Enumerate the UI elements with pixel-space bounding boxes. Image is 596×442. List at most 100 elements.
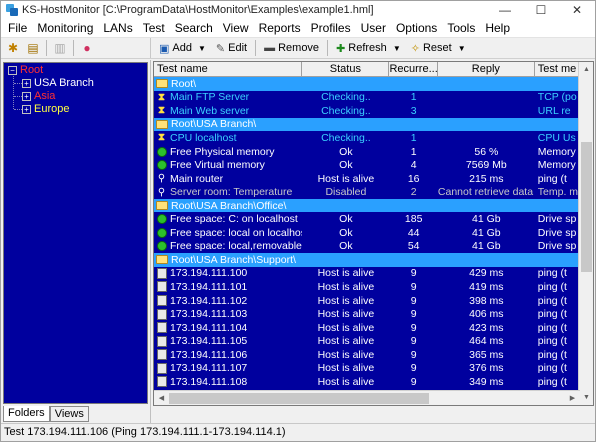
- menu-view[interactable]: View: [218, 19, 254, 37]
- table-row[interactable]: 173.194.111.102 Host is alive 9 398 ms ping …: [154, 294, 593, 308]
- menu-test[interactable]: Test: [138, 19, 170, 37]
- recurrences-cell: 185: [404, 213, 423, 226]
- test-name-cell: 173.194.111.106: [154, 349, 302, 361]
- tree-item-usa-branch[interactable]: + USA Branch: [22, 77, 94, 89]
- expand-icon[interactable]: +: [22, 78, 31, 88]
- table-row[interactable]: ⧗ CPU localhost Checking.. 1 CPU Us: [154, 131, 593, 145]
- delete-folder-icon[interactable]: ▥: [51, 39, 69, 57]
- folder-properties-icon[interactable]: ▤: [24, 39, 42, 57]
- reset-button[interactable]: ✧ Reset ▼: [407, 39, 470, 57]
- table-row[interactable]: Free Virtual memory Ok 4 7569 Mb Memory: [154, 158, 593, 172]
- expand-icon[interactable]: +: [22, 91, 31, 101]
- column-header-reply[interactable]: Reply: [438, 62, 535, 76]
- table-row[interactable]: 173.194.111.107 Host is alive 9 376 ms ping …: [154, 361, 593, 375]
- server-icon: [156, 362, 167, 374]
- add-icon: ▣: [159, 42, 170, 55]
- tree-item-root[interactable]: − Root: [8, 64, 43, 76]
- table-row[interactable]: 173.194.111.108 Host is alive 9 349 ms ping …: [154, 375, 593, 389]
- status-cell: Host is alive: [317, 308, 375, 321]
- table-row[interactable]: ⧗ Main Web server Checking.. 3 URL re: [154, 104, 593, 118]
- server-icon: [156, 281, 167, 293]
- add-button[interactable]: ▣ Add ▼: [155, 39, 210, 57]
- horizontal-scrollbar[interactable]: ◀ ▶: [154, 390, 580, 405]
- folder-row[interactable]: Root\: [154, 77, 593, 91]
- table-row[interactable]: ⧗ Main FTP Server Checking.. 1 TCP (po: [154, 91, 593, 105]
- menu-tools[interactable]: Tools: [442, 19, 480, 37]
- test-name: Main Web server: [170, 104, 250, 117]
- menu-file[interactable]: File: [3, 19, 32, 37]
- close-button[interactable]: ✕: [559, 1, 595, 19]
- test-name-cell: 173.194.111.102: [154, 295, 302, 307]
- recurrences-cell: 9: [410, 280, 417, 293]
- scroll-thumb[interactable]: [581, 142, 592, 272]
- table-row[interactable]: ⚲ Server room: Temperature Disabled 2 Cannot…: [154, 185, 593, 199]
- table-row[interactable]: Free space: local on localhost Ok 44 41 Gb D…: [154, 226, 593, 240]
- test-name: Main router: [170, 172, 224, 185]
- tab-folders[interactable]: Folders: [3, 406, 50, 422]
- maximize-button[interactable]: ☐: [523, 1, 559, 19]
- test-name-cell: ⧗ Main FTP Server: [154, 91, 302, 103]
- status-cell: Host is alive: [317, 294, 375, 307]
- status-cell: Ok: [339, 226, 353, 239]
- table-row[interactable]: Free space: local,removable on loc... Ok 5…: [154, 240, 593, 254]
- folder-row[interactable]: Root\USA Branch\: [154, 117, 593, 132]
- tab-views[interactable]: Views: [49, 406, 89, 422]
- table-row[interactable]: 173.194.111.106 Host is alive 9 365 ms ping …: [154, 348, 593, 362]
- remove-button[interactable]: ▬ Remove: [260, 39, 323, 57]
- reply-cell: 406 ms: [469, 308, 504, 321]
- status-cell: Checking..: [321, 91, 371, 104]
- menu-help[interactable]: Help: [480, 19, 515, 37]
- menu-options[interactable]: Options: [391, 19, 442, 37]
- folder-path-cell: Root\USA Branch\Office\: [154, 200, 574, 212]
- table-row[interactable]: 173.194.111.104 Host is alive 9 423 ms ping …: [154, 321, 593, 335]
- toolbar-separator: [327, 40, 329, 56]
- menu-lans[interactable]: LANs: [98, 19, 137, 37]
- column-header-recurrences[interactable]: Recurre...: [389, 62, 438, 76]
- test-toolbar: ▣ Add ▼ ✎ Edit ▬ Remove ✚ Refresh ▼ ✧ Re…: [151, 38, 595, 58]
- minimize-button[interactable]: —: [487, 1, 523, 19]
- test-name-cell: ⚲ Main router: [154, 173, 302, 185]
- folder-toolbar: ✱ ▤ ▥ ●: [1, 38, 151, 58]
- scroll-right-icon[interactable]: ▶: [565, 391, 580, 405]
- folder-path-cell: Root\USA Branch\Support\: [154, 254, 574, 266]
- edit-button[interactable]: ✎ Edit: [212, 39, 251, 57]
- collapse-icon[interactable]: −: [8, 65, 17, 75]
- table-row[interactable]: ⚲ Main router Host is alive 16 215 ms ping (t: [154, 172, 593, 186]
- table-row[interactable]: Free space: C: on localhost Ok 185 41 Gb Dri…: [154, 212, 593, 226]
- recurrences-cell: 1: [410, 145, 417, 158]
- table-row[interactable]: 173.194.111.100 Host is alive 9 429 ms ping …: [154, 267, 593, 281]
- new-folder-icon[interactable]: ✱: [4, 39, 22, 57]
- test-name: 173.194.111.101: [170, 280, 248, 293]
- table-row[interactable]: 173.194.111.103 Host is alive 9 406 ms ping …: [154, 307, 593, 321]
- app-window: KS-HostMonitor [C:\ProgramData\HostMonit…: [0, 0, 596, 442]
- status-cell: Host is alive: [317, 321, 375, 334]
- test-name: 173.194.111.102: [170, 294, 248, 307]
- column-header-test-name[interactable]: Test name: [154, 62, 303, 76]
- scroll-down-icon[interactable]: ▼: [579, 390, 593, 405]
- menu-user[interactable]: User: [356, 19, 391, 37]
- folder-row[interactable]: Root\USA Branch\Office\: [154, 198, 593, 213]
- edit-icon: ✎: [215, 42, 226, 55]
- test-name: 173.194.111.105: [170, 335, 248, 348]
- column-header-status[interactable]: Status: [302, 62, 390, 76]
- tree-item-europe[interactable]: + Europe: [22, 103, 69, 115]
- scroll-up-icon[interactable]: ▲: [579, 62, 593, 77]
- folder-row[interactable]: Root\USA Branch\Support\: [154, 253, 593, 267]
- vertical-scrollbar[interactable]: ▲ ▼: [578, 62, 593, 405]
- recurrences-cell: 4: [410, 159, 417, 172]
- menu-monitoring[interactable]: Monitoring: [32, 19, 98, 37]
- tree-item-asia[interactable]: + Asia: [22, 90, 55, 102]
- table-row[interactable]: Free Physical memory Ok 1 56 % Memory: [154, 145, 593, 159]
- expand-icon[interactable]: +: [22, 104, 31, 114]
- menu-reports[interactable]: Reports: [254, 19, 306, 37]
- table-row[interactable]: 173.194.111.101 Host is alive 9 419 ms ping …: [154, 280, 593, 294]
- folder-path-cell: Root\USA Branch\: [154, 118, 574, 130]
- refresh-button[interactable]: ✚ Refresh ▼: [332, 39, 405, 57]
- menu-profiles[interactable]: Profiles: [306, 19, 356, 37]
- table-row[interactable]: 173.194.111.105 Host is alive 9 464 ms ping …: [154, 334, 593, 348]
- folder-colors-icon[interactable]: ●: [78, 39, 96, 57]
- menu-search[interactable]: Search: [170, 19, 218, 37]
- folder-icon: [156, 201, 168, 211]
- scroll-left-icon[interactable]: ◀: [154, 391, 169, 405]
- scroll-thumb[interactable]: [169, 393, 429, 404]
